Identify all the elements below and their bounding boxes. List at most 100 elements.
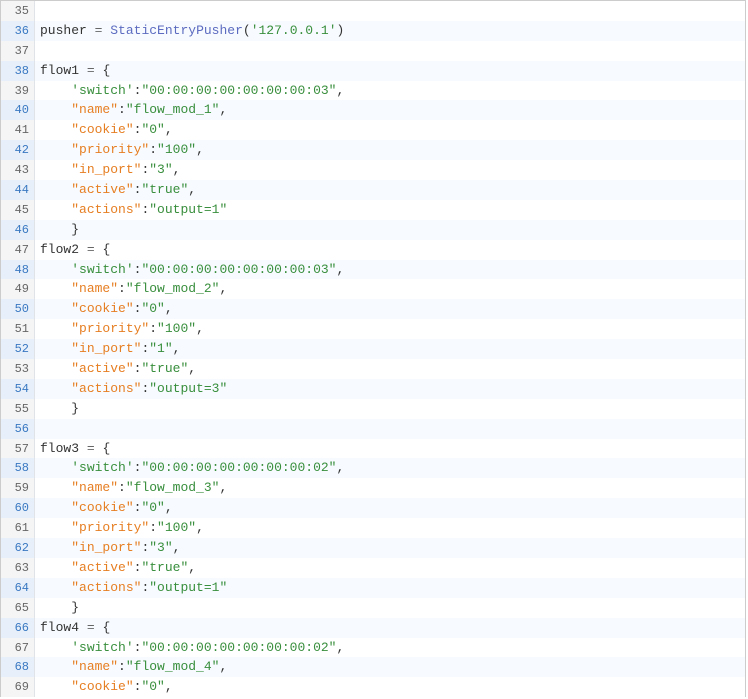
code-line[interactable]: 61 "priority":"100", bbox=[1, 518, 745, 538]
code-content[interactable]: flow1 = { bbox=[35, 61, 745, 81]
token bbox=[79, 620, 87, 635]
code-content[interactable]: "active":"true", bbox=[35, 180, 745, 200]
code-content[interactable]: "name":"flow_mod_3", bbox=[35, 478, 745, 498]
token bbox=[40, 560, 71, 575]
code-line[interactable]: 48 'switch':"00:00:00:00:00:00:00:03", bbox=[1, 260, 745, 280]
code-line[interactable]: 58 'switch':"00:00:00:00:00:00:00:02", bbox=[1, 458, 745, 478]
token: "cookie" bbox=[71, 301, 133, 316]
line-number: 44 bbox=[1, 180, 35, 200]
code-line[interactable]: 68 "name":"flow_mod_4", bbox=[1, 657, 745, 677]
code-content[interactable] bbox=[35, 419, 745, 439]
token: 'switch' bbox=[71, 262, 133, 277]
code-content[interactable] bbox=[35, 1, 745, 21]
token: = bbox=[87, 620, 95, 635]
token: "active" bbox=[71, 182, 133, 197]
code-line[interactable]: 69 "cookie":"0", bbox=[1, 677, 745, 697]
code-line[interactable]: 67 'switch':"00:00:00:00:00:00:00:02", bbox=[1, 638, 745, 658]
token: 'switch' bbox=[71, 640, 133, 655]
code-line[interactable]: 50 "cookie":"0", bbox=[1, 299, 745, 319]
code-line[interactable]: 51 "priority":"100", bbox=[1, 319, 745, 339]
code-content[interactable]: "cookie":"0", bbox=[35, 120, 745, 140]
code-line[interactable]: 65 } bbox=[1, 598, 745, 618]
code-content[interactable]: "cookie":"0", bbox=[35, 498, 745, 518]
token: "in_port" bbox=[71, 341, 141, 356]
code-content[interactable]: flow2 = { bbox=[35, 240, 745, 260]
code-line[interactable]: 60 "cookie":"0", bbox=[1, 498, 745, 518]
code-content[interactable]: "name":"flow_mod_2", bbox=[35, 279, 745, 299]
token bbox=[40, 321, 71, 336]
token bbox=[40, 301, 71, 316]
code-line[interactable]: 57flow3 = { bbox=[1, 439, 745, 459]
code-content[interactable] bbox=[35, 41, 745, 61]
code-content[interactable]: } bbox=[35, 399, 745, 419]
token bbox=[40, 102, 71, 117]
code-line[interactable]: 47flow2 = { bbox=[1, 240, 745, 260]
code-line[interactable]: 56 bbox=[1, 419, 745, 439]
code-content[interactable]: pusher = StaticEntryPusher('127.0.0.1') bbox=[35, 21, 745, 41]
code-line[interactable]: 42 "priority":"100", bbox=[1, 140, 745, 160]
line-number: 62 bbox=[1, 538, 35, 558]
code-line[interactable]: 63 "active":"true", bbox=[1, 558, 745, 578]
token: = bbox=[87, 242, 95, 257]
code-line[interactable]: 49 "name":"flow_mod_2", bbox=[1, 279, 745, 299]
code-content[interactable]: } bbox=[35, 220, 745, 240]
code-content[interactable]: "actions":"output=1" bbox=[35, 578, 745, 598]
token: "priority" bbox=[71, 321, 149, 336]
code-content[interactable]: 'switch':"00:00:00:00:00:00:00:02", bbox=[35, 638, 745, 658]
line-number: 61 bbox=[1, 518, 35, 538]
code-content[interactable]: 'switch':"00:00:00:00:00:00:00:03", bbox=[35, 260, 745, 280]
token bbox=[40, 679, 71, 694]
code-line[interactable]: 66flow4 = { bbox=[1, 618, 745, 638]
code-content[interactable]: "priority":"100", bbox=[35, 140, 745, 160]
code-line[interactable]: 40 "name":"flow_mod_1", bbox=[1, 100, 745, 120]
line-number: 69 bbox=[1, 677, 35, 697]
code-content[interactable]: "name":"flow_mod_4", bbox=[35, 657, 745, 677]
code-line[interactable]: 38flow1 = { bbox=[1, 61, 745, 81]
code-content[interactable]: 'switch':"00:00:00:00:00:00:00:02", bbox=[35, 458, 745, 478]
token bbox=[87, 23, 95, 38]
token: , bbox=[188, 361, 196, 376]
code-content[interactable]: 'switch':"00:00:00:00:00:00:00:03", bbox=[35, 81, 745, 101]
code-line[interactable]: 39 'switch':"00:00:00:00:00:00:00:03", bbox=[1, 81, 745, 101]
code-line[interactable]: 44 "active":"true", bbox=[1, 180, 745, 200]
code-line[interactable]: 46 } bbox=[1, 220, 745, 240]
code-line[interactable]: 41 "cookie":"0", bbox=[1, 120, 745, 140]
code-line[interactable]: 62 "in_port":"3", bbox=[1, 538, 745, 558]
code-line[interactable]: 36pusher = StaticEntryPusher('127.0.0.1'… bbox=[1, 21, 745, 41]
code-content[interactable]: "in_port":"3", bbox=[35, 160, 745, 180]
code-content[interactable]: "cookie":"0", bbox=[35, 299, 745, 319]
code-line[interactable]: 55 } bbox=[1, 399, 745, 419]
token: "active" bbox=[71, 560, 133, 575]
code-editor[interactable]: 3536pusher = StaticEntryPusher('127.0.0.… bbox=[0, 0, 746, 697]
code-line[interactable]: 53 "active":"true", bbox=[1, 359, 745, 379]
code-content[interactable]: "active":"true", bbox=[35, 558, 745, 578]
code-line[interactable]: 37 bbox=[1, 41, 745, 61]
code-content[interactable]: "priority":"100", bbox=[35, 518, 745, 538]
code-line[interactable]: 43 "in_port":"3", bbox=[1, 160, 745, 180]
code-content[interactable]: "in_port":"3", bbox=[35, 538, 745, 558]
code-content[interactable]: "priority":"100", bbox=[35, 319, 745, 339]
code-content[interactable]: "in_port":"1", bbox=[35, 339, 745, 359]
code-content[interactable]: flow4 = { bbox=[35, 618, 745, 638]
code-line[interactable]: 64 "actions":"output=1" bbox=[1, 578, 745, 598]
code-line[interactable]: 35 bbox=[1, 1, 745, 21]
token: "cookie" bbox=[71, 679, 133, 694]
code-line[interactable]: 52 "in_port":"1", bbox=[1, 339, 745, 359]
line-number: 49 bbox=[1, 279, 35, 299]
code-content[interactable]: "cookie":"0", bbox=[35, 677, 745, 697]
code-content[interactable]: } bbox=[35, 598, 745, 618]
line-number: 65 bbox=[1, 598, 35, 618]
token: , bbox=[219, 102, 227, 117]
code-content[interactable]: "actions":"output=3" bbox=[35, 379, 745, 399]
token bbox=[40, 460, 71, 475]
code-content[interactable]: flow3 = { bbox=[35, 439, 745, 459]
code-content[interactable]: "active":"true", bbox=[35, 359, 745, 379]
token: = bbox=[87, 441, 95, 456]
code-line[interactable]: 45 "actions":"output=1" bbox=[1, 200, 745, 220]
code-content[interactable]: "name":"flow_mod_1", bbox=[35, 100, 745, 120]
code-content[interactable]: "actions":"output=1" bbox=[35, 200, 745, 220]
line-number: 35 bbox=[1, 1, 35, 21]
line-number: 51 bbox=[1, 319, 35, 339]
code-line[interactable]: 54 "actions":"output=3" bbox=[1, 379, 745, 399]
code-line[interactable]: 59 "name":"flow_mod_3", bbox=[1, 478, 745, 498]
